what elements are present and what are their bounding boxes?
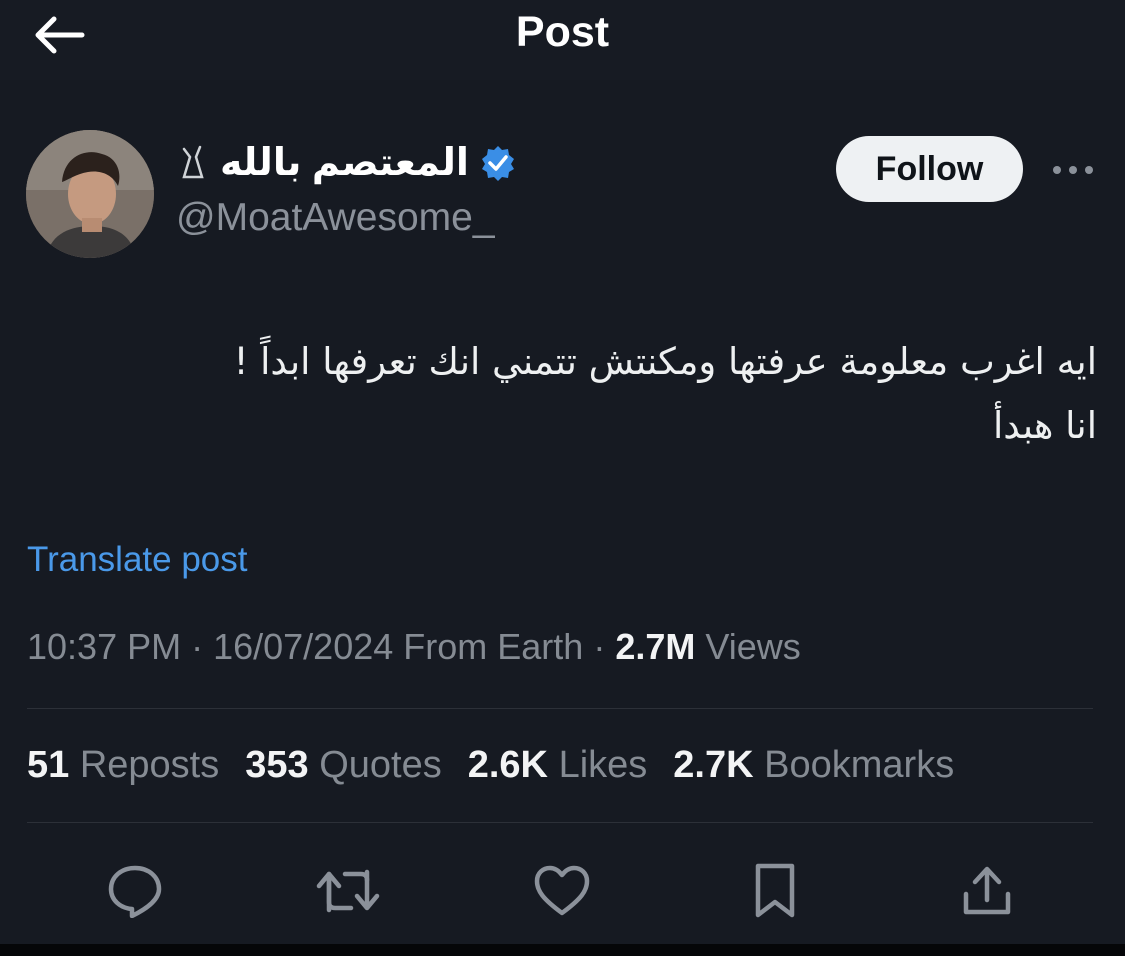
- meta-separator: ·: [583, 626, 616, 667]
- follow-button[interactable]: Follow: [836, 136, 1023, 202]
- meta-separator: ·: [181, 626, 214, 667]
- like-icon: [534, 865, 590, 916]
- share-button[interactable]: [952, 856, 1022, 926]
- repost-button[interactable]: [313, 856, 383, 926]
- quotes-stat[interactable]: 353 Quotes: [245, 744, 441, 787]
- tool-emoji-icon: [182, 145, 204, 178]
- avatar-photo: [26, 130, 154, 258]
- bookmarks-stat[interactable]: 2.7K Bookmarks: [673, 744, 954, 787]
- repost-icon: [316, 869, 380, 913]
- post-line: انا هبدأ: [993, 404, 1097, 447]
- divider: [27, 822, 1093, 823]
- more-options-button[interactable]: [1048, 150, 1098, 190]
- reply-button[interactable]: [100, 856, 170, 926]
- action-bar: [0, 850, 1125, 930]
- post-line: ايه اغرب معلومة عرفتها ومكنتش تتمني انك …: [233, 340, 1097, 383]
- reply-icon: [108, 865, 162, 918]
- verified-badge-icon: [481, 145, 514, 181]
- views-count[interactable]: 2.7M: [615, 626, 695, 667]
- page-title: Post: [515, 8, 610, 56]
- reposts-stat[interactable]: 51 Reposts: [27, 744, 219, 787]
- like-button[interactable]: [527, 856, 597, 926]
- post-date[interactable]: 16/07/2024: [213, 626, 393, 667]
- share-icon: [963, 866, 1011, 915]
- bottom-edge: [0, 944, 1125, 956]
- post-location: From Earth: [393, 626, 584, 667]
- author-handle[interactable]: @MoatAwesome_: [176, 196, 495, 240]
- engagement-stats: 51 Reposts 353 Quotes 2.6K Likes 2.7K Bo…: [27, 744, 954, 787]
- post-meta: 10:37 PM · 16/07/2024 From Earth · 2.7M …: [27, 626, 801, 668]
- more-horizontal-icon: [1053, 166, 1093, 174]
- divider: [27, 708, 1093, 709]
- views-label: Views: [695, 626, 801, 667]
- translate-post-link[interactable]: Translate post: [27, 540, 247, 580]
- bookmark-icon: [755, 863, 795, 918]
- bookmark-button[interactable]: [740, 856, 810, 926]
- post-body: ايه اغرب معلومة عرفتها ومكنتش تتمني انك …: [27, 330, 1097, 458]
- likes-stat[interactable]: 2.6K Likes: [468, 744, 648, 787]
- author-display-name[interactable]: المعتصم بالله: [220, 140, 469, 185]
- top-bar: Post: [0, 0, 1125, 80]
- post-page: Post المعتصم بالله @MoatAwesome_ Follow: [0, 0, 1125, 956]
- avatar[interactable]: [26, 130, 154, 258]
- author-name-row: المعتصم بالله: [176, 140, 517, 185]
- post-time[interactable]: 10:37 PM: [27, 626, 181, 667]
